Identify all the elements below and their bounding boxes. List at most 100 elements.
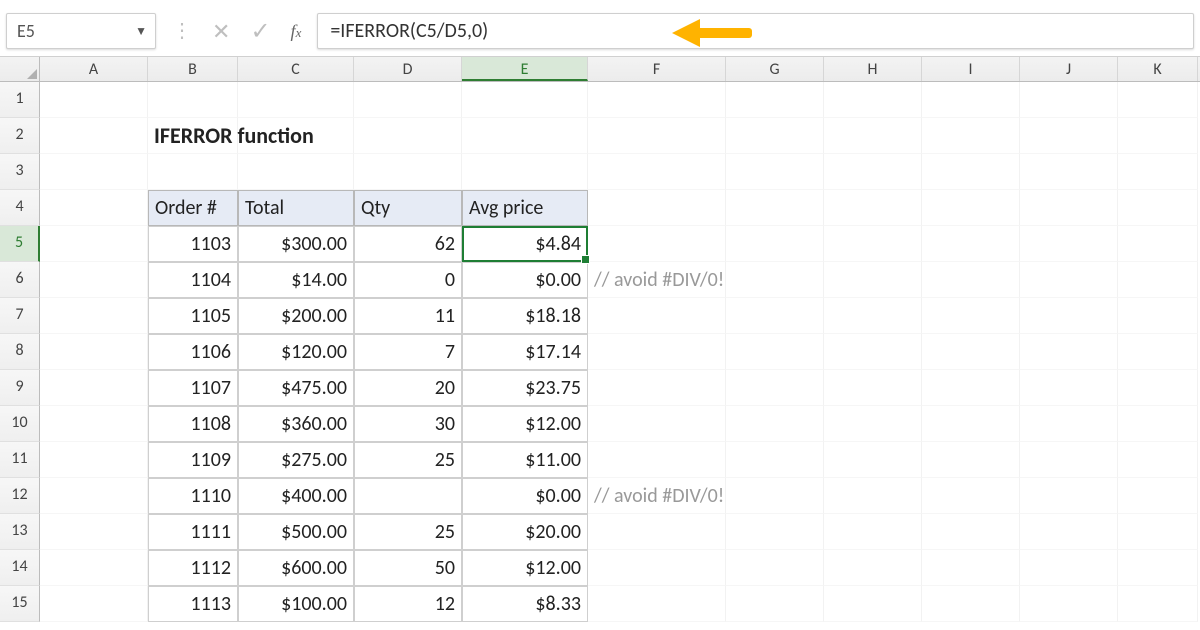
cell-I12[interactable] xyxy=(922,478,1020,514)
cell-H6[interactable] xyxy=(824,262,922,298)
cell-A3[interactable] xyxy=(40,154,148,190)
cell-F3[interactable] xyxy=(588,154,726,190)
cell-K1[interactable] xyxy=(1118,82,1198,118)
cell-E8[interactable]: $17.14 xyxy=(462,334,588,370)
row-head-11[interactable]: 11 xyxy=(0,442,40,478)
cell-B15[interactable]: 1113 xyxy=(148,586,238,622)
cell-C5[interactable]: $300.00 xyxy=(238,226,354,262)
row-head-7[interactable]: 7 xyxy=(0,298,40,334)
cell-H3[interactable] xyxy=(824,154,922,190)
cell-I10[interactable] xyxy=(922,406,1020,442)
cell-F10[interactable] xyxy=(588,406,726,442)
cell-J5[interactable] xyxy=(1020,226,1118,262)
cell-A15[interactable] xyxy=(40,586,148,622)
cell-B11[interactable]: 1109 xyxy=(148,442,238,478)
cell-G3[interactable] xyxy=(726,154,824,190)
cell-K8[interactable] xyxy=(1118,334,1198,370)
cell-E3[interactable] xyxy=(462,154,588,190)
cell-G13[interactable] xyxy=(726,514,824,550)
cell-E4[interactable]: Avg price xyxy=(462,190,588,226)
cell-J14[interactable] xyxy=(1020,550,1118,586)
cell-E14[interactable]: $12.00 xyxy=(462,550,588,586)
cell-D5[interactable]: 62 xyxy=(354,226,462,262)
cell-E2[interactable] xyxy=(462,118,588,154)
row-head-15[interactable]: 15 xyxy=(0,586,40,622)
cell-A13[interactable] xyxy=(40,514,148,550)
cell-F2[interactable] xyxy=(588,118,726,154)
cell-H9[interactable] xyxy=(824,370,922,406)
cell-H4[interactable] xyxy=(824,190,922,226)
cell-J3[interactable] xyxy=(1020,154,1118,190)
cell-B1[interactable] xyxy=(148,82,238,118)
cell-J11[interactable] xyxy=(1020,442,1118,478)
cell-I13[interactable] xyxy=(922,514,1020,550)
cell-D13[interactable]: 25 xyxy=(354,514,462,550)
cell-F15[interactable] xyxy=(588,586,726,622)
cell-I8[interactable] xyxy=(922,334,1020,370)
cell-F13[interactable] xyxy=(588,514,726,550)
cell-J12[interactable] xyxy=(1020,478,1118,514)
cell-K4[interactable] xyxy=(1118,190,1198,226)
col-head-G[interactable]: G xyxy=(726,57,824,81)
row-head-14[interactable]: 14 xyxy=(0,550,40,586)
cell-K5[interactable] xyxy=(1118,226,1198,262)
cell-F12[interactable]: // avoid #DIV/0! xyxy=(588,478,726,514)
cell-I9[interactable] xyxy=(922,370,1020,406)
cell-H2[interactable] xyxy=(824,118,922,154)
cell-A8[interactable] xyxy=(40,334,148,370)
cell-A6[interactable] xyxy=(40,262,148,298)
cell-F1[interactable] xyxy=(588,82,726,118)
cell-F7[interactable] xyxy=(588,298,726,334)
cell-A9[interactable] xyxy=(40,370,148,406)
cell-K7[interactable] xyxy=(1118,298,1198,334)
col-head-I[interactable]: I xyxy=(922,57,1020,81)
cell-F4[interactable] xyxy=(588,190,726,226)
cell-B9[interactable]: 1107 xyxy=(148,370,238,406)
cell-G1[interactable] xyxy=(726,82,824,118)
cell-K3[interactable] xyxy=(1118,154,1198,190)
row-head-6[interactable]: 6 xyxy=(0,262,40,298)
cell-J6[interactable] xyxy=(1020,262,1118,298)
cell-D15[interactable]: 12 xyxy=(354,586,462,622)
cell-K6[interactable] xyxy=(1118,262,1198,298)
cell-H15[interactable] xyxy=(824,586,922,622)
cell-D3[interactable] xyxy=(354,154,462,190)
cell-G2[interactable] xyxy=(726,118,824,154)
cell-I15[interactable] xyxy=(922,586,1020,622)
cell-C4[interactable]: Total xyxy=(238,190,354,226)
formula-input[interactable]: =IFERROR(C5/D5,0) xyxy=(317,13,1194,49)
cell-C15[interactable]: $100.00 xyxy=(238,586,354,622)
col-head-E[interactable]: E xyxy=(462,57,588,81)
cell-C7[interactable]: $200.00 xyxy=(238,298,354,334)
cell-C11[interactable]: $275.00 xyxy=(238,442,354,478)
cell-C2[interactable] xyxy=(238,118,354,154)
spreadsheet-grid[interactable]: A B C D E F G H I J K 1 2 xyxy=(0,56,1200,622)
col-head-C[interactable]: C xyxy=(238,57,354,81)
cell-D8[interactable]: 7 xyxy=(354,334,462,370)
cell-H1[interactable] xyxy=(824,82,922,118)
cell-D7[interactable]: 11 xyxy=(354,298,462,334)
row-head-5[interactable]: 5 xyxy=(0,226,40,262)
cell-D10[interactable]: 30 xyxy=(354,406,462,442)
cell-G7[interactable] xyxy=(726,298,824,334)
cell-C9[interactable]: $475.00 xyxy=(238,370,354,406)
cell-H7[interactable] xyxy=(824,298,922,334)
cell-K14[interactable] xyxy=(1118,550,1198,586)
accept-formula-icon[interactable]: ✓ xyxy=(250,17,270,46)
expand-handle-icon[interactable]: ⋮ xyxy=(172,21,192,41)
cell-D4[interactable]: Qty xyxy=(354,190,462,226)
row-head-9[interactable]: 9 xyxy=(0,370,40,406)
col-head-F[interactable]: F xyxy=(588,57,726,81)
cell-E1[interactable] xyxy=(462,82,588,118)
cancel-formula-icon[interactable]: ✕ xyxy=(212,18,230,45)
cell-B8[interactable]: 1106 xyxy=(148,334,238,370)
cell-H14[interactable] xyxy=(824,550,922,586)
cell-J4[interactable] xyxy=(1020,190,1118,226)
name-box[interactable]: E5 ▼ xyxy=(6,13,156,49)
cell-D6[interactable]: 0 xyxy=(354,262,462,298)
cell-A2[interactable] xyxy=(40,118,148,154)
col-head-J[interactable]: J xyxy=(1020,57,1118,81)
cell-I1[interactable] xyxy=(922,82,1020,118)
cell-J9[interactable] xyxy=(1020,370,1118,406)
cell-G9[interactable] xyxy=(726,370,824,406)
